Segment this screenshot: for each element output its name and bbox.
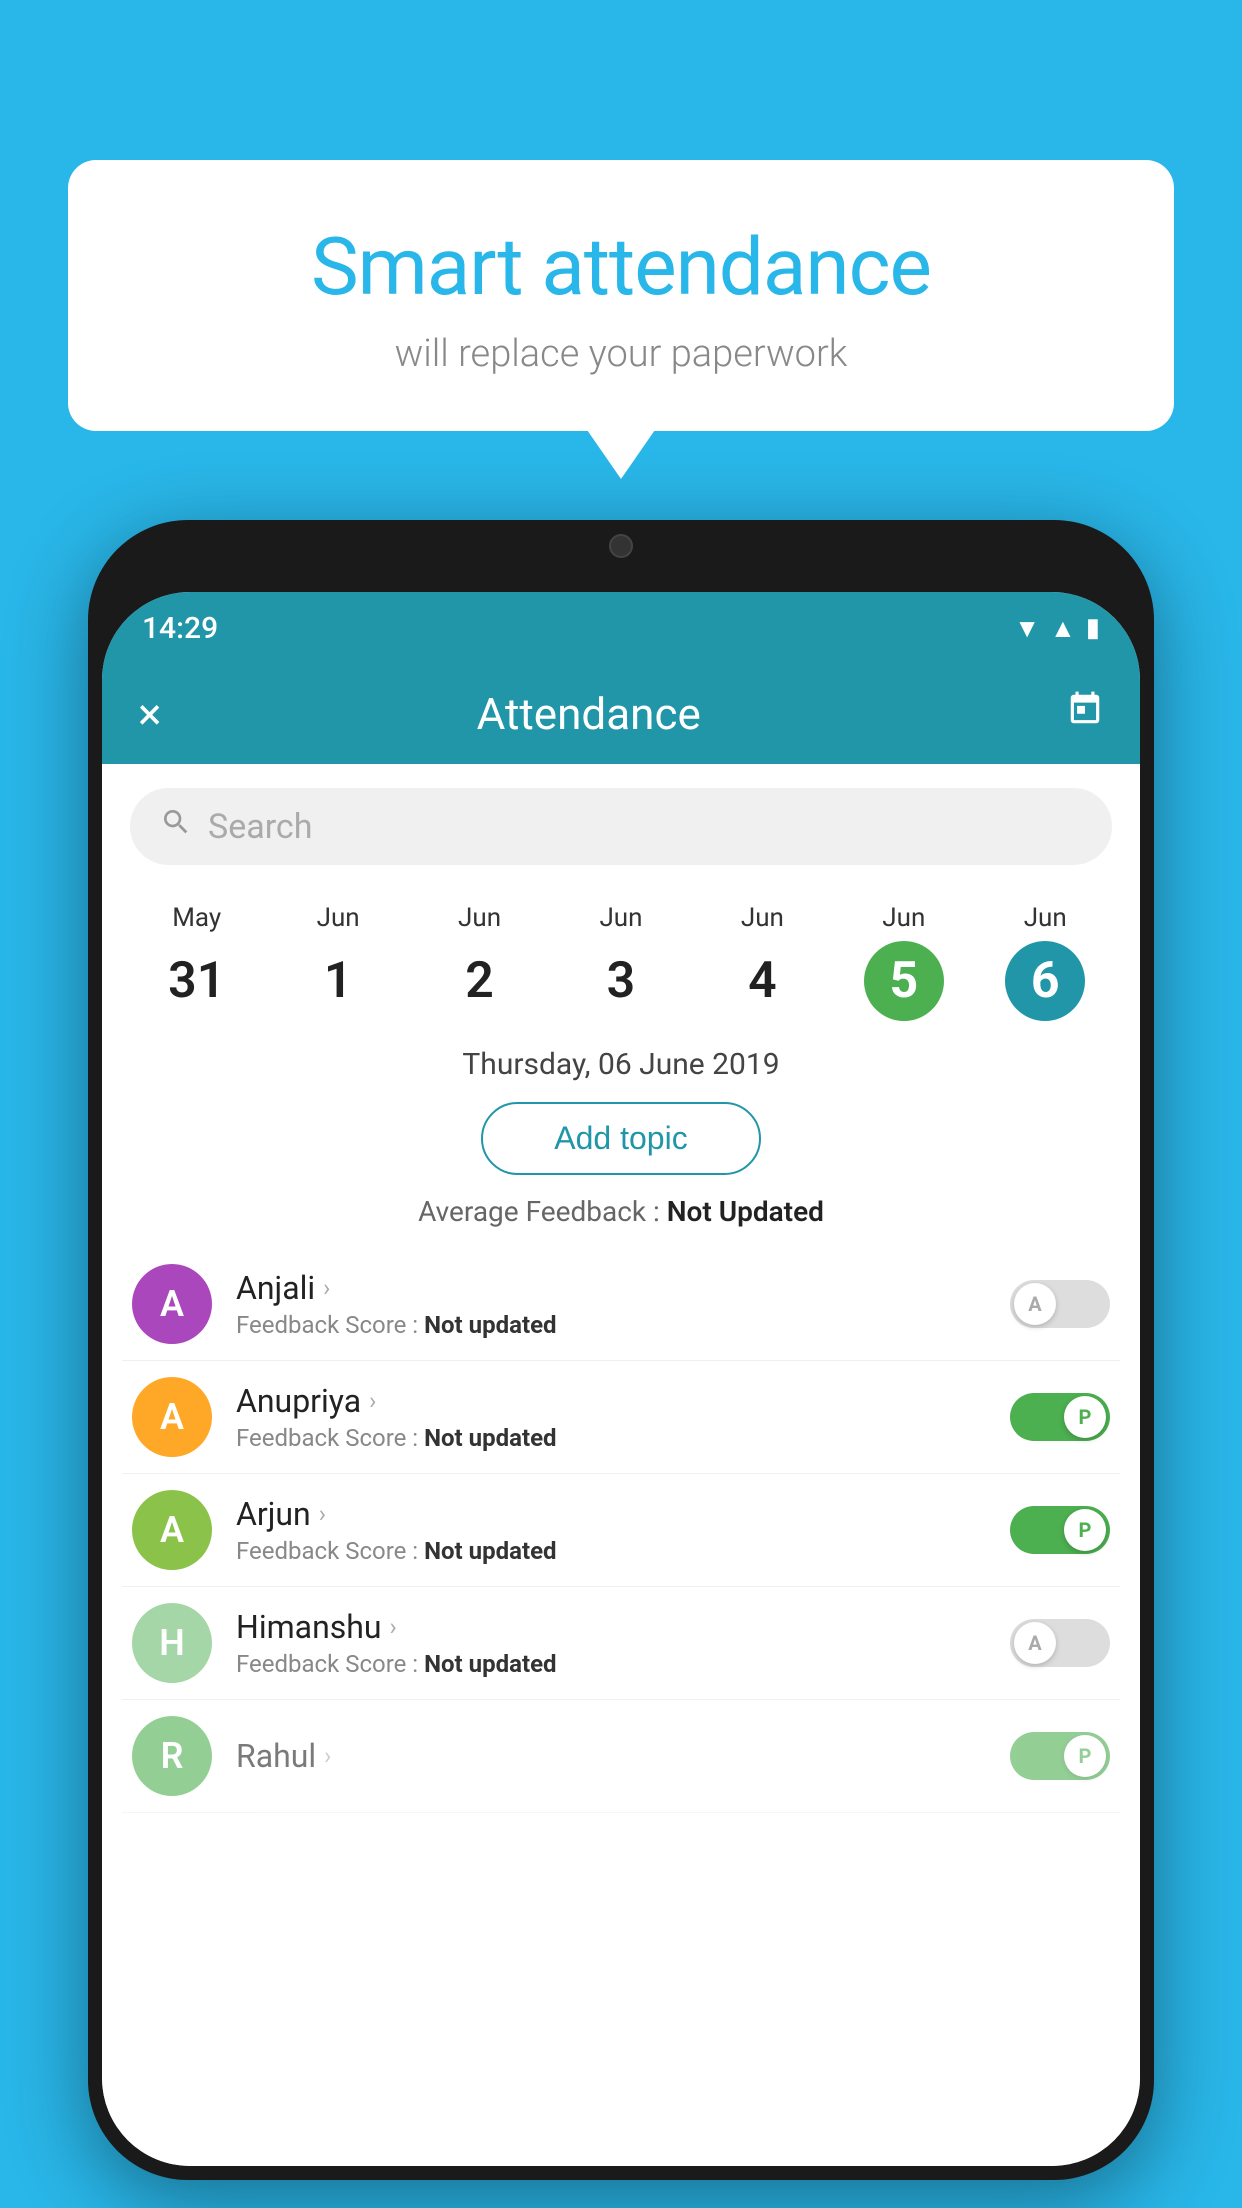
chevron-right-icon: ›: [324, 1742, 331, 1770]
speech-bubble-container: Smart attendance will replace your paper…: [68, 160, 1174, 431]
student-info-himanshu: Himanshu › Feedback Score : Not updated: [236, 1608, 1010, 1678]
student-item-anjali[interactable]: A Anjali › Feedback Score : Not updated …: [122, 1248, 1120, 1361]
avatar-anupriya: A: [132, 1377, 212, 1457]
toggle-arjun[interactable]: P: [1010, 1506, 1110, 1554]
chevron-right-icon: ›: [369, 1387, 376, 1415]
student-info-arjun: Arjun › Feedback Score : Not updated: [236, 1495, 1010, 1565]
student-list: A Anjali › Feedback Score : Not updated …: [102, 1248, 1140, 1813]
toggle-anjali[interactable]: A: [1010, 1280, 1110, 1328]
date-item-jun2[interactable]: Jun 2: [430, 903, 530, 1021]
toggle-anupriya[interactable]: P: [1010, 1393, 1110, 1441]
chevron-right-icon: ›: [319, 1500, 326, 1528]
toggle-knob-himanshu: A: [1014, 1622, 1056, 1664]
student-item-anupriya[interactable]: A Anupriya › Feedback Score : Not update…: [122, 1361, 1120, 1474]
date-item-jun6[interactable]: Jun 6: [995, 903, 1095, 1021]
speech-bubble: Smart attendance will replace your paper…: [68, 160, 1174, 431]
student-info-anupriya: Anupriya › Feedback Score : Not updated: [236, 1382, 1010, 1452]
phone-screen: 14:29 ▼ ▲ ▮ × Attendance: [102, 592, 1140, 2166]
avg-feedback-value: Not Updated: [667, 1195, 824, 1228]
wifi-icon: ▼: [1014, 613, 1040, 644]
attendance-toggle-anupriya[interactable]: P: [1010, 1393, 1110, 1441]
date-item-jun1[interactable]: Jun 1: [288, 903, 388, 1021]
student-feedback-anupriya: Feedback Score : Not updated: [236, 1424, 1010, 1452]
attendance-toggle-arjun[interactable]: P: [1010, 1506, 1110, 1554]
phone-notch: [531, 520, 711, 572]
status-icons: ▼ ▲ ▮: [1014, 613, 1100, 644]
student-info-anjali: Anjali › Feedback Score : Not updated: [236, 1269, 1010, 1339]
date-item-may31[interactable]: May 31: [147, 903, 247, 1021]
attendance-toggle-rahul[interactable]: P: [1010, 1732, 1110, 1780]
avatar-anjali: A: [132, 1264, 212, 1344]
avg-feedback-label: Average Feedback :: [418, 1195, 667, 1228]
bubble-title: Smart attendance: [108, 220, 1134, 314]
student-feedback-anjali: Feedback Score : Not updated: [236, 1311, 1010, 1339]
avatar-himanshu: H: [132, 1603, 212, 1683]
student-feedback-himanshu: Feedback Score : Not updated: [236, 1650, 1010, 1678]
student-name-anupriya: Anupriya ›: [236, 1382, 1010, 1420]
camera: [609, 534, 633, 558]
phone-frame: 14:29 ▼ ▲ ▮ × Attendance: [88, 520, 1154, 2180]
phone-container: 14:29 ▼ ▲ ▮ × Attendance: [88, 520, 1154, 2208]
avg-feedback: Average Feedback : Not Updated: [102, 1195, 1140, 1228]
search-input[interactable]: Search: [208, 807, 312, 847]
chevron-right-icon: ›: [390, 1613, 397, 1641]
chevron-right-icon: ›: [323, 1274, 330, 1302]
date-item-jun5[interactable]: Jun 5: [854, 903, 954, 1021]
battery-icon: ▮: [1086, 613, 1100, 643]
app-header: × Attendance: [102, 664, 1140, 764]
student-item-rahul[interactable]: R Rahul › P: [122, 1700, 1120, 1813]
status-bar: 14:29 ▼ ▲ ▮: [102, 592, 1140, 664]
student-name-anjali: Anjali ›: [236, 1269, 1010, 1307]
date-item-jun4[interactable]: Jun 4: [712, 903, 812, 1021]
calendar-icon[interactable]: [1066, 690, 1104, 738]
page-title: Attendance: [191, 688, 986, 740]
student-feedback-arjun: Feedback Score : Not updated: [236, 1537, 1010, 1565]
student-name-himanshu: Himanshu ›: [236, 1608, 1010, 1646]
attendance-toggle-anjali[interactable]: A: [1010, 1280, 1110, 1328]
status-time: 14:29: [142, 611, 218, 646]
attendance-toggle-himanshu[interactable]: A: [1010, 1619, 1110, 1667]
toggle-knob-anjali: A: [1014, 1283, 1056, 1325]
date-item-jun3[interactable]: Jun 3: [571, 903, 671, 1021]
search-icon: [160, 806, 192, 847]
toggle-knob-arjun: P: [1064, 1509, 1106, 1551]
avatar-rahul: R: [132, 1716, 212, 1796]
signal-icon: ▲: [1050, 613, 1076, 644]
date-strip: May 31 Jun 1 Jun 2 Jun 3: [102, 883, 1140, 1031]
toggle-rahul[interactable]: P: [1010, 1732, 1110, 1780]
selected-date-label: Thursday, 06 June 2019: [102, 1047, 1140, 1082]
add-topic-button[interactable]: Add topic: [481, 1102, 761, 1175]
toggle-himanshu[interactable]: A: [1010, 1619, 1110, 1667]
avatar-arjun: A: [132, 1490, 212, 1570]
student-item-arjun[interactable]: A Arjun › Feedback Score : Not updated P: [122, 1474, 1120, 1587]
student-name-arjun: Arjun ›: [236, 1495, 1010, 1533]
close-button[interactable]: ×: [138, 688, 161, 740]
student-name-rahul: Rahul ›: [236, 1737, 1010, 1775]
student-info-rahul: Rahul ›: [236, 1737, 1010, 1775]
bubble-subtitle: will replace your paperwork: [108, 332, 1134, 376]
toggle-knob-anupriya: P: [1064, 1396, 1106, 1438]
student-item-himanshu[interactable]: H Himanshu › Feedback Score : Not update…: [122, 1587, 1120, 1700]
screen-content: Search May 31 Jun 1 Jun 2: [102, 764, 1140, 2166]
toggle-knob-rahul: P: [1064, 1735, 1106, 1777]
search-bar[interactable]: Search: [130, 788, 1112, 865]
